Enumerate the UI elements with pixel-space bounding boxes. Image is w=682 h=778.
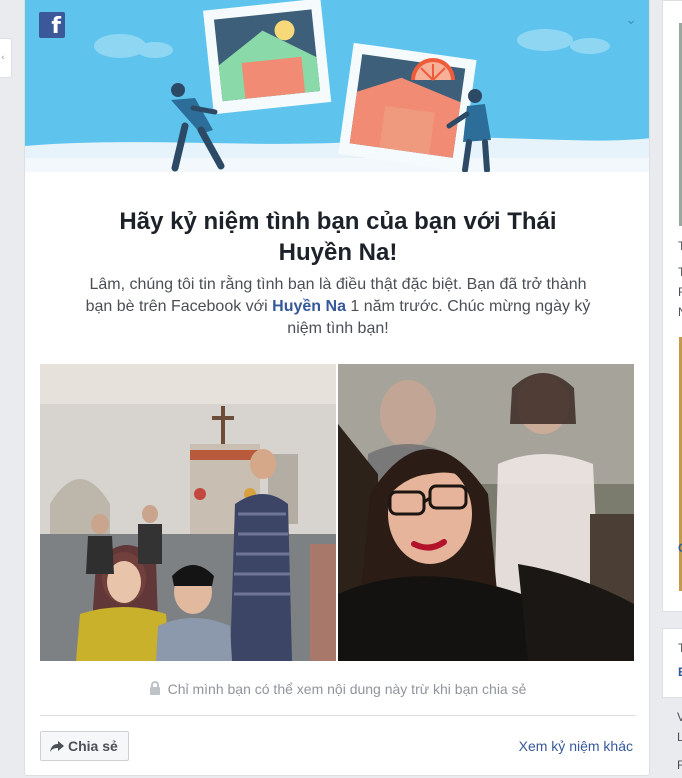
privacy-note-text: Chỉ mình bạn có thể xem nội dung này trừ…: [167, 681, 527, 697]
facebook-logo[interactable]: f: [39, 12, 65, 38]
divider: [40, 715, 636, 716]
share-button-label: Chia sẻ: [68, 738, 118, 754]
lock-icon: [149, 681, 160, 695]
see-more-memories-link[interactable]: Xem kỷ niệm khác: [519, 738, 633, 754]
banner-illustration: f ⌄: [25, 0, 649, 172]
privacy-notice: Chỉ mình bạn có thể xem nội dung này trừ…: [25, 681, 649, 697]
friendship-anniversary-card: f ⌄ Hãy kỷ niệm tình bạn của bạn với Thá…: [24, 0, 650, 776]
memory-photo-group[interactable]: [40, 364, 336, 661]
right-column-fragment[interactable]: C: [678, 541, 682, 555]
friend-name-link[interactable]: Huyền Na: [272, 298, 346, 315]
right-column-fragment: F: [678, 285, 682, 299]
left-column-collapse-tab[interactable]: ‹: [0, 38, 12, 78]
right-column-fragment: T: [678, 641, 682, 655]
right-column-card: T E: [662, 628, 682, 698]
right-column-fragment: N: [678, 305, 682, 319]
right-column-fragment: L: [677, 730, 682, 744]
card-message: Lâm, chúng tôi tin rằng tình bạn là điều…: [75, 274, 601, 340]
right-column-fragment: F: [677, 758, 682, 772]
group-photo-image: [40, 364, 336, 661]
friends-with-photos-illustration: [25, 0, 649, 172]
right-column-fragment: V: [677, 710, 682, 724]
right-column-cutoff: T T F N C T E V L F: [662, 0, 682, 778]
share-arrow-icon: [50, 741, 64, 752]
chevron-down-icon[interactable]: ⌄: [625, 12, 637, 28]
portrait-photo-image: [338, 364, 634, 661]
share-button[interactable]: Chia sẻ: [40, 731, 129, 761]
right-column-fragment: T: [678, 239, 682, 253]
chevron-left-icon: ‹: [1, 53, 5, 63]
card-title: Hãy kỷ niệm tình bạn của bạn với Thái Hu…: [119, 208, 557, 266]
right-column-fragment[interactable]: E: [678, 665, 682, 679]
right-column-card: T T F N C: [662, 0, 682, 612]
right-column-fragment: T: [678, 265, 682, 279]
memory-photo-portrait[interactable]: [338, 364, 634, 661]
